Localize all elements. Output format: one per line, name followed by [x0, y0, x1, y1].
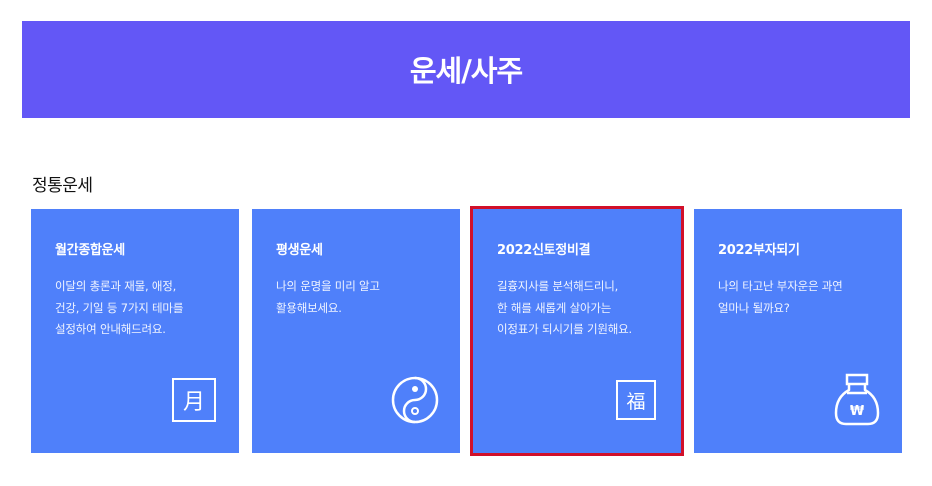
- card-title: 월간종합운세: [55, 243, 125, 258]
- section-title: 정통운세: [32, 176, 93, 196]
- svg-text:₩: ₩: [850, 404, 865, 419]
- fortune-character-icon: 福: [610, 374, 662, 426]
- card-lifetime-fortune[interactable]: 평생운세 나의 운명을 미리 알고 활용해보세요.: [252, 209, 460, 453]
- header-banner: 운세/사주: [22, 21, 910, 118]
- card-description: 길흉지사를 분석해드리니, 한 해를 새롭게 살아가는 이정표가 되시기를 기원…: [497, 279, 632, 336]
- card-title: 2022부자되기: [718, 243, 800, 258]
- card-title: 평생운세: [276, 243, 323, 258]
- card-description: 나의 운명을 미리 알고 활용해보세요.: [276, 279, 380, 315]
- yin-yang-icon: [389, 374, 441, 426]
- moon-character-icon: 月: [168, 374, 220, 426]
- card-description: 이달의 총론과 재물, 애정, 건강, 기일 등 7가지 테마를 설정하여 안내…: [55, 279, 184, 336]
- card-title: 2022신토정비결: [497, 243, 591, 258]
- card-new-tojeong[interactable]: 2022신토정비결 길흉지사를 분석해드리니, 한 해를 새롭게 살아가는 이정…: [470, 206, 684, 456]
- page-title: 운세/사주: [409, 53, 523, 88]
- card-description: 나의 타고난 부자운은 과연 얼마나 될까요?: [718, 279, 843, 315]
- card-become-rich[interactable]: 2022부자되기 나의 타고난 부자운은 과연 얼마나 될까요? ₩: [694, 209, 902, 453]
- card-monthly-fortune[interactable]: 월간종합운세 이달의 총론과 재물, 애정, 건강, 기일 등 7가지 테마를 …: [31, 209, 239, 453]
- money-bag-icon: ₩: [831, 373, 883, 426]
